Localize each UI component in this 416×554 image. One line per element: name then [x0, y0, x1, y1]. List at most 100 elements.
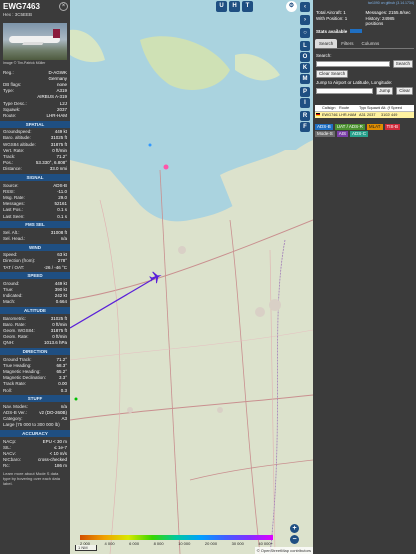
search-input[interactable] — [316, 61, 390, 67]
tab-columns[interactable]: Columns — [358, 39, 384, 48]
tab-search[interactable]: Search — [315, 39, 338, 48]
filter-ads-c[interactable]: ADS-C — [350, 131, 369, 137]
spatial-value: 0 ft/min — [52, 147, 67, 153]
basics-label: Reg.: — [3, 69, 14, 75]
map-button-u[interactable]: U — [216, 1, 227, 12]
map-view[interactable]: U H T ⚙ 2 000 4 000 6 000 8 000 10 000 2… — [70, 0, 313, 554]
search-button[interactable]: Search — [392, 60, 413, 68]
speed-value: 0.664 — [55, 299, 67, 305]
section-wind[interactable]: WIND — [0, 243, 70, 251]
toggle-button-circle[interactable]: ○ — [300, 28, 310, 38]
section-direction[interactable]: DIRECTION — [0, 348, 70, 356]
section-accuracy[interactable]: ACCURACY — [0, 430, 70, 438]
stuff-label: ADS-B Ver.: — [3, 410, 28, 416]
direction-row: Magnetic Heading: 65.2° — [0, 369, 70, 375]
basics-value: A319 — [56, 88, 67, 94]
zoom-out-button[interactable]: − — [290, 535, 299, 544]
column-callsign[interactable]: Callsign — [321, 105, 338, 111]
stuff-label: Large (75 000 to 300 000 lb) — [3, 422, 60, 428]
filter-ads-b[interactable]: ADS-B — [315, 124, 333, 130]
wind-value: 278° — [57, 258, 67, 264]
side-button-i[interactable]: I — [300, 98, 310, 108]
direction-value: 71.2° — [56, 356, 67, 362]
side-button-p[interactable]: P — [300, 87, 310, 97]
clear-button[interactable]: Clear — [396, 87, 413, 95]
close-icon[interactable]: × — [59, 2, 68, 11]
expand-chevron-icon[interactable]: › — [300, 15, 310, 25]
receiver-marker — [163, 164, 169, 170]
side-button-f[interactable]: F — [300, 122, 310, 132]
map-attribution[interactable]: © OpenStreetMap contributors — [254, 547, 313, 554]
spatial-label: Groundspeed: — [3, 129, 32, 135]
side-button-m[interactable]: M — [300, 74, 310, 84]
signal-label: RSSI: — [3, 188, 15, 194]
side-button-o[interactable]: O — [300, 52, 310, 62]
section-speed[interactable]: SPEED — [0, 272, 70, 280]
spatial-row: Distance: 33.0 nmi — [0, 166, 70, 172]
section-altitude[interactable]: ALTITUDE — [0, 307, 70, 315]
tab-filters[interactable]: Filters — [337, 39, 357, 48]
section-signal[interactable]: SIGNAL — [0, 174, 70, 182]
basics-value: L2J — [59, 100, 67, 106]
section-fms[interactable]: FMS SEL — [0, 221, 70, 229]
column-type[interactable]: Type — [358, 105, 366, 111]
direction-label: Ground Track: — [3, 356, 32, 362]
site-marker-green — [74, 397, 78, 401]
fms-label: Sel. Head.: — [3, 235, 26, 241]
section-spatial[interactable]: SPATIAL — [0, 120, 70, 128]
aircraft-photo[interactable] — [3, 23, 67, 60]
hex-code: Hex : 3C5EEB — [3, 12, 33, 17]
signal-list: Source: ADS-B RSSI: -11.0 Msg. Rate: 29.0 Mess… — [0, 182, 70, 219]
basics-label: Type: — [3, 88, 15, 94]
section-stuff[interactable]: STUFF — [0, 395, 70, 403]
direction-row: Roll: 0.3 — [0, 387, 70, 393]
column-route[interactable]: Route — [338, 105, 358, 111]
clear-search-button[interactable]: Clear Search — [316, 70, 349, 78]
jump-input[interactable] — [316, 88, 374, 94]
signal-value: ADS-B — [53, 182, 67, 188]
collapse-chevron-icon[interactable]: ‹ — [300, 2, 310, 12]
map-button-t[interactable]: T — [242, 1, 253, 12]
column-altitude[interactable]: Alt. (ft) — [380, 105, 390, 111]
stats-available-link[interactable]: Stats available — [316, 29, 413, 34]
jump-button[interactable]: Jump — [376, 87, 394, 95]
speed-value: 390 kt — [54, 286, 67, 292]
zoom-in-button[interactable]: + — [290, 524, 299, 533]
fms-list: Sel. Alt.: 31008 ft Sel. Head.: n/a — [0, 229, 70, 241]
column-squawk[interactable]: Squawk — [366, 105, 380, 111]
filter-mlat[interactable]: MLAT — [366, 124, 383, 130]
signal-value: 0.1 s — [57, 213, 67, 219]
messages-rate: Messages: 2155.8/sec — [365, 10, 411, 15]
filter-ais[interactable]: AIS — [336, 131, 349, 137]
with-position: With Position: 1 — [316, 16, 348, 21]
settings-gear-icon[interactable]: ⚙ — [286, 1, 297, 12]
filter-tis-b[interactable]: TIS-B — [384, 124, 401, 130]
column-speed[interactable]: Speed (kt) — [390, 105, 402, 111]
filter-mode-s[interactable]: Mode-S — [315, 131, 335, 137]
signal-row: Last Seen: 0.1 s — [0, 213, 70, 219]
altitude-value: 0 ft/min — [52, 321, 67, 327]
source-filter-tags: ADS-B UAT / ADS-R MLAT TIS-B Mode-S AIS … — [313, 118, 416, 137]
speed-label: Ground: — [3, 280, 20, 286]
accuracy-label: SIL: — [3, 444, 12, 450]
side-button-r[interactable]: R — [300, 111, 310, 121]
direction-list: Ground Track: 71.2° True Heading: 68.3° Magn… — [0, 356, 70, 393]
side-button-l[interactable]: L — [300, 41, 310, 51]
speed-list: Ground: 449 kt True: 390 kt Indicated: 242 kt… — [0, 280, 70, 305]
fms-row: Sel. Head.: n/a — [0, 235, 70, 241]
speed-label: Indicated: — [3, 293, 23, 299]
table-row[interactable]: EWG7463 LHR-HAM A319 2037 31025 449 — [315, 112, 414, 118]
filter-uat-ads-r[interactable]: UAT / ADS-R — [334, 124, 365, 130]
panel-tabs: Search Filters Columns — [315, 39, 414, 49]
wind-row: Direction (from): 278° — [0, 258, 70, 264]
help-footer: Learn more about Mode S data type by hov… — [3, 471, 60, 487]
map-canvas[interactable] — [70, 0, 313, 554]
spatial-value: 31025 ft — [50, 135, 67, 141]
side-button-k[interactable]: K — [300, 63, 310, 73]
wind-row: TAT / OAT: -26 / -46 °C — [0, 264, 70, 270]
direction-label: Magnetic Heading: — [3, 369, 41, 375]
accuracy-value: 186 m — [54, 463, 67, 469]
map-button-h[interactable]: H — [229, 1, 240, 12]
altitude-legend-labels: 2 000 4 000 6 000 8 000 10 000 20 000 30… — [80, 541, 273, 546]
spatial-list: Groundspeed: 449 kt Baro. altitude: 31025 f… — [0, 129, 70, 172]
